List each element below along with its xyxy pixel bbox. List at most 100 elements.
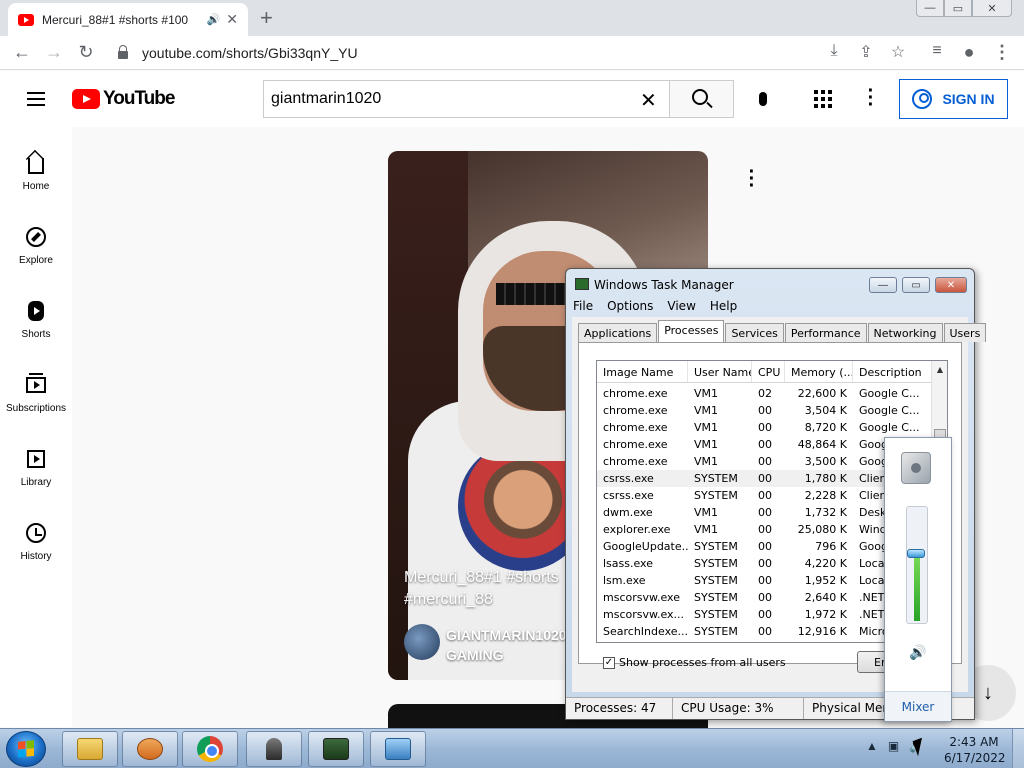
process-cell: 48,864 K	[797, 438, 847, 451]
taskbar-media-player[interactable]	[122, 731, 178, 767]
close-button[interactable]: ✕	[972, 0, 1012, 17]
sidebar: Home Explore Shorts Subscriptions Librar…	[0, 127, 72, 727]
show-desktop-button[interactable]	[1012, 729, 1024, 768]
column-memory[interactable]: Memory (...	[785, 361, 853, 382]
taskbar-clock[interactable]: 2:43 AM 6/17/2022	[944, 734, 1006, 766]
channel-name[interactable]: GIANTMARIN1020 GAMING	[446, 625, 567, 665]
network-icon[interactable]: ▣	[888, 739, 899, 753]
column-image-name[interactable]: Image Name	[597, 361, 688, 382]
close-tab-icon[interactable]: ✕	[226, 11, 238, 28]
profile-icon[interactable]: ●	[958, 42, 980, 63]
short-more-options-icon[interactable]: · · ·	[748, 162, 756, 196]
process-cell: SYSTEM	[694, 574, 738, 587]
menu-view[interactable]: View	[667, 299, 695, 313]
menu-help[interactable]: Help	[710, 299, 737, 313]
process-cell: 00	[758, 608, 772, 621]
share-icon[interactable]: ⇪	[855, 42, 877, 62]
process-row[interactable]: chrome.exe VM1 00 3,504 K Google C...	[597, 402, 933, 419]
process-row[interactable]: chrome.exe VM1 00 3,500 K Goog	[597, 453, 933, 470]
process-cell: 1,952 K	[804, 574, 847, 587]
tab-applications[interactable]: Applications	[578, 323, 658, 342]
process-row[interactable]: SearchIndexe... SYSTEM 00 12,916 K Micro	[597, 623, 933, 640]
process-cell: VM1	[694, 438, 719, 451]
sidebar-item-subscriptions[interactable]: Subscriptions	[0, 361, 72, 421]
mixer-link[interactable]: Mixer	[885, 691, 951, 721]
tab-performance[interactable]: Performance	[784, 323, 867, 342]
process-row[interactable]: dwm.exe VM1 00 1,732 K Desk	[597, 504, 933, 521]
forward-icon[interactable]: →	[43, 42, 65, 63]
subscriptions-icon	[26, 373, 46, 393]
search-button[interactable]	[670, 80, 734, 118]
reload-icon[interactable]: ↻	[75, 42, 97, 63]
sidebar-item-shorts[interactable]: Shorts	[0, 287, 72, 347]
short-title[interactable]: Mercuri_88#1 #shorts #mercuri_88	[404, 567, 574, 611]
taskbar-chrome[interactable]	[182, 731, 238, 767]
install-icon[interactable]: ⤓	[823, 42, 845, 60]
clear-search-icon[interactable]: ✕	[640, 88, 657, 113]
process-row[interactable]: mscorsvw.exe SYSTEM 00 2,640 K .NET	[597, 589, 933, 606]
windows-taskbar: ▲ ▣ 🔊 2:43 AM 6/17/2022	[0, 728, 1024, 768]
column-user-name[interactable]: User Name	[688, 361, 752, 382]
taskbar-explorer[interactable]	[62, 731, 118, 767]
settings-more-icon[interactable]: · · ·	[862, 81, 880, 115]
sidebar-item-label: Shorts	[21, 329, 51, 340]
column-description[interactable]: Description	[853, 361, 933, 382]
taskbar-task-manager[interactable]	[308, 731, 364, 767]
tab-networking[interactable]: Networking	[867, 323, 943, 342]
process-row[interactable]: GoogleUpdate... SYSTEM 00 796 K Goog	[597, 538, 933, 555]
tab-processes[interactable]: Processes	[658, 320, 725, 342]
taskbar-chess[interactable]	[246, 731, 302, 767]
bookmark-star-icon[interactable]: ☆	[887, 42, 909, 62]
volume-slider[interactable]	[906, 506, 928, 624]
menu-icon[interactable]	[27, 92, 45, 106]
process-row[interactable]: chrome.exe VM1 00 48,864 K Goog	[597, 436, 933, 453]
back-icon[interactable]: ←	[11, 42, 33, 63]
speaker-icon[interactable]: 🔊	[207, 13, 221, 26]
sidebar-item-explore[interactable]: Explore	[0, 213, 72, 273]
tab-users[interactable]: Users	[943, 323, 987, 342]
search-input[interactable]: giantmarin1020	[263, 80, 670, 118]
youtube-logo[interactable]: YouTube	[72, 88, 175, 110]
process-row[interactable]: csrss.exe SYSTEM 00 2,228 K Clien	[597, 487, 933, 504]
process-cell: mscorsvw.exe	[603, 591, 680, 604]
show-all-processes-checkbox[interactable]: ✓ Show processes from all users	[603, 656, 786, 669]
restore-button[interactable]: ▭	[944, 0, 972, 17]
media-queue-icon[interactable]: ≡	[926, 42, 948, 60]
column-cpu[interactable]: CPU	[752, 361, 785, 382]
process-cell: 1,780 K	[804, 472, 847, 485]
scroll-up-icon[interactable]: ▲	[932, 365, 947, 374]
tab-services[interactable]: Services	[725, 323, 784, 342]
chrome-menu-icon[interactable]: ⋮	[991, 42, 1013, 63]
sidebar-item-home[interactable]: Home	[0, 139, 72, 199]
menu-file[interactable]: File	[573, 299, 593, 313]
browser-tab[interactable]: Mercuri_88#1 #shorts #100 🔊 ✕	[8, 3, 248, 36]
menu-options[interactable]: Options	[607, 299, 653, 313]
speaker-device-icon[interactable]	[901, 452, 931, 484]
process-row[interactable]: explorer.exe VM1 00 25,080 K Wind	[597, 521, 933, 538]
sidebar-item-history[interactable]: History	[0, 509, 72, 569]
process-row[interactable]: lsm.exe SYSTEM 00 1,952 K Local	[597, 572, 933, 589]
start-button[interactable]	[6, 731, 46, 767]
process-row[interactable]: chrome.exe VM1 00 8,720 K Google C...	[597, 419, 933, 436]
process-row[interactable]: lsass.exe SYSTEM 00 4,220 K Local	[597, 555, 933, 572]
volume-slider-thumb[interactable]	[907, 549, 925, 558]
sidebar-item-library[interactable]: Library	[0, 435, 72, 495]
close-button[interactable]: ✕	[935, 277, 967, 293]
apps-grid-icon[interactable]	[814, 90, 832, 108]
mute-speaker-icon[interactable]: 🔊	[909, 644, 926, 661]
minimize-button[interactable]: —	[869, 277, 897, 293]
process-row[interactable]: csrss.exe SYSTEM 00 1,780 K Clien	[597, 470, 933, 487]
new-tab-button[interactable]: +	[260, 5, 273, 31]
checkbox-icon[interactable]: ✓	[603, 656, 615, 669]
sign-in-button[interactable]: SIGN IN	[899, 79, 1008, 119]
minimize-button[interactable]: —	[916, 0, 944, 17]
address-bar[interactable]: youtube.com/shorts/Gbi33qnY_YU	[106, 39, 924, 67]
maximize-button[interactable]: ▭	[902, 277, 930, 293]
process-row[interactable]: mscorsvw.ex... SYSTEM 00 1,972 K .NET	[597, 606, 933, 623]
voice-search-button[interactable]	[748, 84, 778, 114]
process-row[interactable]: chrome.exe VM1 02 22,600 K Google C...	[597, 385, 933, 402]
process-cell: 00	[758, 557, 772, 570]
channel-avatar[interactable]	[404, 624, 440, 660]
show-hidden-icons-icon[interactable]: ▲	[866, 739, 878, 753]
taskbar-control-panel[interactable]	[370, 731, 426, 767]
